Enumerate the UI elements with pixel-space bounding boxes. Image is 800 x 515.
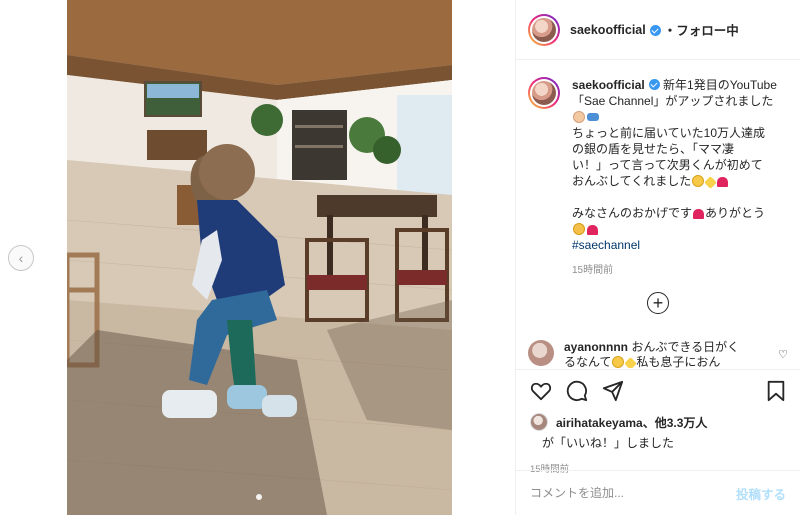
follow-status[interactable]: ・フォロー中 [664, 20, 739, 39]
post-panel: saekoofficial ・フォロー中 saekoofficial 新年1発目… [515, 0, 800, 515]
caption-username[interactable]: saekoofficial [572, 78, 645, 92]
caption-line: 「Sae Channel」がアップされました [572, 94, 774, 108]
chevron-left-icon: ‹ [18, 250, 24, 266]
comment-body: るなんて [564, 355, 612, 368]
caption-text: saekoofficial 新年1発目のYouTube 「Sae Channel… [572, 77, 788, 279]
face-emoji-icon [612, 356, 625, 368]
avatar[interactable] [530, 413, 548, 431]
avatar-image [532, 17, 556, 42]
comment-icon[interactable] [566, 380, 588, 405]
face-emoji-icon [692, 175, 705, 187]
car-emoji-icon [587, 113, 599, 121]
comment-like-heart-icon[interactable]: ♡ [778, 348, 788, 361]
media-area: ‹ [0, 0, 515, 515]
caption-line: い！」って言って次男くんが初めて [572, 158, 763, 172]
hashtag-link[interactable]: #saechannel [572, 238, 640, 252]
caption-thanks: みなさんのおかげです [572, 206, 693, 220]
prev-slide-button[interactable]: ‹ [8, 245, 34, 271]
verified-badge-icon [648, 79, 660, 90]
post-photo[interactable] [67, 0, 452, 515]
sparkle-emoji-icon [704, 176, 718, 189]
comment-body: おんぶできる日がく [631, 340, 740, 354]
header-username[interactable]: saekoofficial [570, 23, 646, 37]
comments-area[interactable]: saekoofficial 新年1発目のYouTube 「Sae Channel… [516, 61, 800, 366]
post-comment-button[interactable]: 投稿する [736, 484, 786, 503]
carousel-indicator [256, 494, 262, 500]
plus-circle-icon: + [652, 293, 664, 313]
comment-username[interactable]: ayanonnnn [564, 340, 628, 354]
heart-emoji-icon [693, 209, 705, 219]
post-header: saekoofficial ・フォロー中 [516, 0, 800, 60]
bookmark-icon[interactable] [766, 380, 786, 405]
comment-input[interactable] [530, 486, 730, 500]
load-more-comments-button[interactable]: + [647, 292, 669, 314]
comment-body: 私も息子におん [636, 355, 721, 368]
action-bar: airihatakeyama、他3.3万人 が「いいね！」しました 15時間前 [516, 369, 800, 475]
likes-others[interactable]: 、他3.3万人 [643, 416, 708, 430]
heart-icon[interactable] [530, 381, 552, 404]
heart-emoji-icon [717, 177, 729, 187]
likes-summary: airihatakeyama、他3.3万人 [530, 413, 786, 431]
caption-line: ちょっと前に届いていた10万人達成 [572, 126, 765, 140]
likes-suffix: が「いいね！」しました [542, 436, 675, 450]
avatar-image [532, 81, 556, 105]
caption-line: おんぶしてくれました [572, 174, 692, 188]
avatar[interactable] [528, 13, 560, 46]
avatar[interactable] [528, 77, 560, 109]
likes-text[interactable]: airihatakeyama、他3.3万人 [556, 414, 707, 431]
caption-time[interactable]: 15時間前 [572, 263, 788, 279]
hug-emoji-icon [573, 223, 585, 235]
avatar[interactable] [528, 340, 554, 366]
likes-user[interactable]: airihatakeyama [556, 416, 643, 430]
caption-thanks: ありがとう [705, 206, 766, 220]
comment-text: ayanonnnn おんぶできる日がく るなんて 私も息子におん [564, 340, 760, 368]
caption: saekoofficial 新年1発目のYouTube 「Sae Channel… [528, 77, 788, 279]
comment-form: 投稿する [516, 470, 800, 515]
comment-item: ayanonnnn おんぶできる日がく るなんて 私も息子におん ♡ [528, 340, 788, 368]
heart-emoji-icon [587, 225, 598, 235]
verified-badge-icon [649, 25, 661, 36]
action-icons [530, 380, 786, 404]
share-icon[interactable] [602, 380, 624, 405]
baby-emoji-icon [573, 111, 585, 123]
caption-line: の銀の盾を見せたら、「ママ凄 [572, 142, 735, 156]
caption-line: 新年1発目のYouTube [663, 78, 777, 92]
carousel-dot [256, 494, 262, 500]
